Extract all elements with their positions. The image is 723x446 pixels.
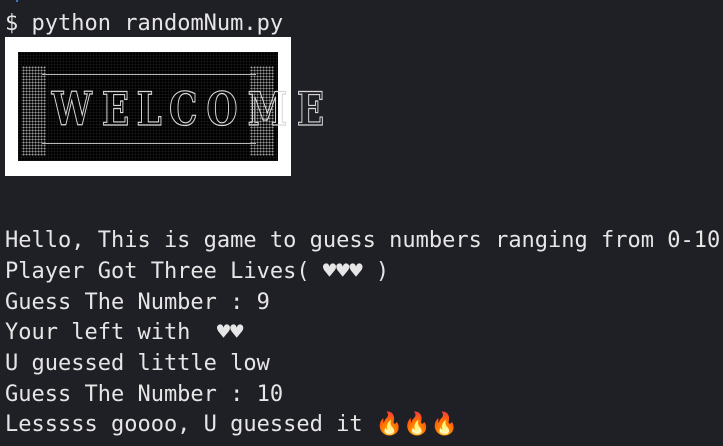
banner-letter: E: [296, 81, 324, 136]
output-line: U guessed little low: [5, 351, 270, 376]
terminal-window: ; $ python randomNum.py WELCOME Hello, T…: [0, 0, 723, 446]
banner-letter: E: [101, 81, 129, 136]
banner-letter: C: [169, 81, 198, 136]
output-line: Lesssss goooo, U guessed it 🔥🔥🔥: [5, 412, 459, 437]
output-line: Your left with ♥♥: [5, 320, 244, 345]
banner-letter: O: [206, 81, 238, 136]
banner-title: WELCOME: [46, 78, 324, 140]
banner-letter: L: [136, 81, 162, 136]
welcome-banner: WELCOME: [5, 37, 324, 176]
command-line: $ python randomNum.py: [5, 9, 283, 39]
output-line: Guess The Number : 9: [5, 290, 270, 315]
output-line: Player Got Three Lives( ♥♥♥ ): [5, 259, 390, 284]
command-text: python randomNum.py: [31, 11, 284, 36]
welcome-banner-inner: WELCOME: [18, 52, 324, 161]
banner-letter: W: [51, 81, 92, 136]
prompt-symbol: $: [5, 11, 32, 36]
output-line: Guess The Number : 10: [5, 382, 284, 407]
previous-output-cutoff: ;: [12, 0, 82, 4]
banner-letter: M: [247, 81, 288, 136]
cutoff-text: ;: [12, 0, 82, 2]
output-line: Hello, This is game to guess numbers ran…: [5, 228, 721, 253]
